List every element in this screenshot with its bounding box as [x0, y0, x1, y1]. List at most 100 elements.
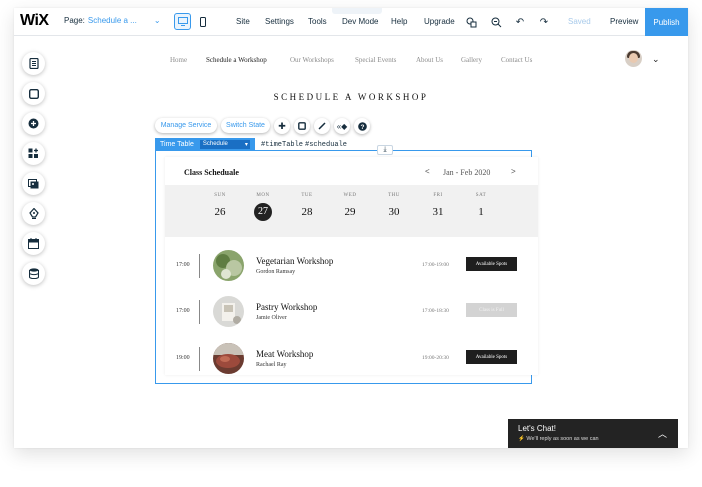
- date-range: Jan - Feb 2020: [443, 168, 491, 177]
- chevron-up-icon[interactable]: ︿: [658, 427, 667, 440]
- menu-help[interactable]: Help: [391, 17, 407, 26]
- day-tue[interactable]: TUE 28: [287, 193, 327, 221]
- database-button[interactable]: [22, 262, 45, 285]
- class-instructor: Jamie Oliver: [256, 315, 287, 321]
- day-date: 28: [301, 206, 313, 218]
- preview-button[interactable]: Preview: [610, 17, 638, 26]
- design-button[interactable]: [294, 118, 310, 134]
- day-name: MON: [256, 193, 270, 198]
- day-date: 29: [344, 206, 356, 218]
- day-sun[interactable]: SUN 26: [200, 193, 240, 221]
- editor-topbar: WiX Page: Schedule a ... ⌄ ^ Site Settin…: [14, 8, 688, 36]
- avatar[interactable]: [625, 50, 642, 67]
- plus-icon: ✚: [278, 120, 286, 131]
- bookings-button[interactable]: [22, 232, 45, 255]
- day-wed[interactable]: WED 29: [330, 193, 370, 221]
- next-week-button[interactable]: >: [511, 167, 516, 176]
- pencil-icon: [318, 122, 326, 130]
- media-icon: [28, 178, 39, 188]
- site-nav-schedule[interactable]: Schedule a Workshop: [206, 56, 267, 64]
- day-date: 26: [214, 206, 226, 218]
- day-date: 31: [432, 206, 444, 218]
- class-hours: 17:00-18:30: [422, 308, 449, 314]
- day-name: SAT: [475, 193, 487, 198]
- site-nav-contact[interactable]: Contact Us: [501, 56, 532, 64]
- day-name: SUN: [214, 193, 226, 198]
- help-icon: ?: [357, 121, 367, 131]
- add-element-button[interactable]: ✚: [274, 118, 290, 134]
- code-id-schedule: #scheduale: [305, 141, 348, 149]
- shapes-icon[interactable]: [464, 15, 478, 29]
- switch-state-button[interactable]: Switch State: [221, 118, 270, 133]
- class-name: Meat Workshop: [256, 349, 314, 359]
- edit-button[interactable]: [314, 118, 330, 134]
- day-name: WED: [343, 193, 357, 198]
- class-row[interactable]: 17:00 Pastry Workshop Jamie Oliver 17:00…: [165, 290, 538, 336]
- state-selector[interactable]: Schedule ▾: [199, 139, 250, 149]
- site-nav-workshops[interactable]: Our Workshops: [290, 56, 334, 64]
- day-name: THU: [388, 193, 400, 198]
- add-button[interactable]: [22, 112, 45, 135]
- day-fri[interactable]: FRI 31: [418, 193, 458, 221]
- chat-widget[interactable]: Let's Chat! ⚡ We'll reply as soon as we …: [508, 419, 678, 448]
- page-selector[interactable]: Page: Schedule a ... ⌄: [64, 16, 161, 25]
- chat-title: Let's Chat!: [518, 424, 556, 433]
- component-name-tag[interactable]: Time Table Schedule ▾: [155, 138, 255, 150]
- class-instructor: Rachael Ray: [256, 362, 287, 368]
- animation-icon: «◆: [336, 121, 348, 131]
- save-status: Saved: [568, 17, 591, 26]
- download-handle[interactable]: ⤓: [377, 145, 393, 155]
- menu-site[interactable]: Site: [236, 17, 250, 26]
- menu-settings[interactable]: Settings: [265, 17, 294, 26]
- class-row[interactable]: 17:00 Vegetarian Workshop Gordon Ramsay …: [165, 244, 538, 290]
- chat-subtitle-text: We'll reply as soon as we can: [526, 436, 599, 442]
- menu-upgrade[interactable]: Upgrade: [424, 17, 455, 26]
- chevron-down-icon: ▾: [244, 141, 248, 148]
- available-spots-button[interactable]: Available Spots: [466, 350, 517, 364]
- add-apps-button[interactable]: [22, 142, 45, 165]
- pages-menu-button[interactable]: [22, 52, 45, 75]
- chevron-down-icon: ⌄: [153, 16, 161, 25]
- available-spots-button[interactable]: Available Spots: [466, 257, 517, 271]
- menu-dev-mode[interactable]: Dev Mode: [342, 17, 378, 26]
- undo-icon[interactable]: ↶: [513, 15, 527, 29]
- day-name: FRI: [433, 193, 443, 198]
- redo-icon[interactable]: ↷: [537, 15, 551, 29]
- mobile-view-button[interactable]: [194, 13, 211, 30]
- add-apps-icon: [28, 148, 38, 158]
- site-nav-about[interactable]: About Us: [416, 56, 443, 64]
- site-nav-home[interactable]: Home: [170, 56, 187, 64]
- class-name: Vegetarian Workshop: [256, 256, 334, 266]
- menu-tools[interactable]: Tools: [308, 17, 327, 26]
- publish-button[interactable]: Publish: [645, 8, 688, 36]
- manage-service-button[interactable]: Manage Service: [155, 118, 217, 133]
- day-date: 1: [478, 206, 484, 218]
- component-name: Time Table: [160, 140, 194, 148]
- wix-logo: WiX: [20, 12, 49, 29]
- animation-button[interactable]: «◆: [334, 118, 350, 134]
- blog-button[interactable]: [22, 202, 45, 225]
- class-row[interactable]: 19:00 Meat Workshop Rachael Ray 19:00-20…: [165, 337, 538, 383]
- day-mon[interactable]: MON 27: [243, 193, 283, 221]
- calendar-icon: [28, 238, 39, 249]
- mobile-icon: [199, 16, 206, 27]
- prev-week-button[interactable]: <: [425, 167, 430, 176]
- class-hours: 19:00-20:30: [422, 355, 449, 361]
- site-nav-events[interactable]: Special Events: [355, 56, 396, 64]
- class-hours: 17:00-19:00: [422, 262, 449, 268]
- day-sat[interactable]: SAT 1: [461, 193, 501, 221]
- chat-subtitle: ⚡ We'll reply as soon as we can: [518, 436, 599, 442]
- dev-mode-toggle-tab[interactable]: ^: [332, 8, 382, 14]
- class-start-time: 19:00: [176, 355, 190, 361]
- add-icon: [28, 118, 39, 129]
- class-instructor: Gordon Ramsay: [256, 269, 296, 275]
- chevron-down-icon[interactable]: ⌄: [652, 54, 660, 65]
- help-button[interactable]: ?: [354, 118, 370, 134]
- day-name: TUE: [301, 193, 313, 198]
- day-thu[interactable]: THU 30: [374, 193, 414, 221]
- site-nav-gallery[interactable]: Gallery: [461, 56, 482, 64]
- divider: [199, 254, 200, 278]
- zoom-out-icon[interactable]: [489, 15, 503, 29]
- desktop-view-button[interactable]: [174, 13, 191, 30]
- media-button[interactable]: [22, 172, 45, 195]
